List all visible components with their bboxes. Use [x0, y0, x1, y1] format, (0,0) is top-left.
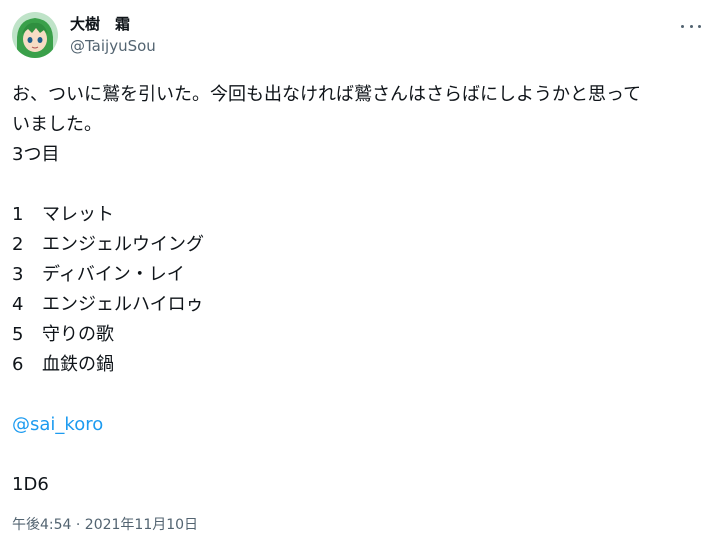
list-item: 6 血鉄の鍋: [12, 350, 712, 380]
tweet-text: お、ついに鷲を引いた。今回も出なければ鷲さんはさらばにしようかと思って いました…: [12, 80, 712, 500]
list-number: 5: [12, 324, 24, 345]
display-name[interactable]: 大樹 霜: [70, 14, 156, 34]
list-number: 3: [12, 264, 24, 285]
dice-text: 1D6: [12, 474, 49, 495]
list-item: 1 マレット: [12, 200, 712, 230]
list-number: 2: [12, 234, 24, 255]
tweet-line: お、ついに鷲を引いた。今回も出なければ鷲さんはさらばにしようかと思って: [12, 84, 642, 105]
list-item: 2 エンジェルウイング: [12, 230, 712, 260]
list-item: 3 ディバイン・レイ: [12, 260, 712, 290]
list-text: エンジェルウイング: [42, 234, 204, 255]
tweet-timestamp[interactable]: 午後4:54 · 2021年11月10日: [12, 515, 198, 535]
list-text: 血鉄の鍋: [42, 354, 114, 375]
tweet-line: 3つ目: [12, 144, 60, 165]
tweet-header: 大樹 霜 @TaijyuSou: [12, 12, 705, 62]
mention-link[interactable]: @sai_koro: [12, 414, 103, 435]
dot: [681, 24, 684, 28]
avatar[interactable]: [12, 12, 58, 58]
author-info: 大樹 霜 @TaijyuSou: [70, 14, 156, 56]
list-text: エンジェルハイロゥ: [42, 294, 204, 315]
list-item: 4 エンジェルハイロゥ: [12, 290, 712, 320]
author-handle[interactable]: @TaijyuSou: [70, 36, 156, 56]
list-number: 1: [12, 204, 24, 225]
avatar-image: [12, 12, 58, 58]
list-number: 6: [12, 354, 24, 375]
list-text: ディバイン・レイ: [42, 264, 185, 285]
list-text: マレット: [42, 204, 114, 225]
dot: [698, 24, 701, 28]
tweet-line: いました。: [12, 114, 102, 135]
list-text: 守りの歌: [42, 324, 114, 345]
dot: [689, 24, 693, 28]
more-horizontal-icon[interactable]: [677, 16, 705, 36]
list-number: 4: [12, 294, 24, 315]
list-item: 5 守りの歌: [12, 320, 712, 350]
